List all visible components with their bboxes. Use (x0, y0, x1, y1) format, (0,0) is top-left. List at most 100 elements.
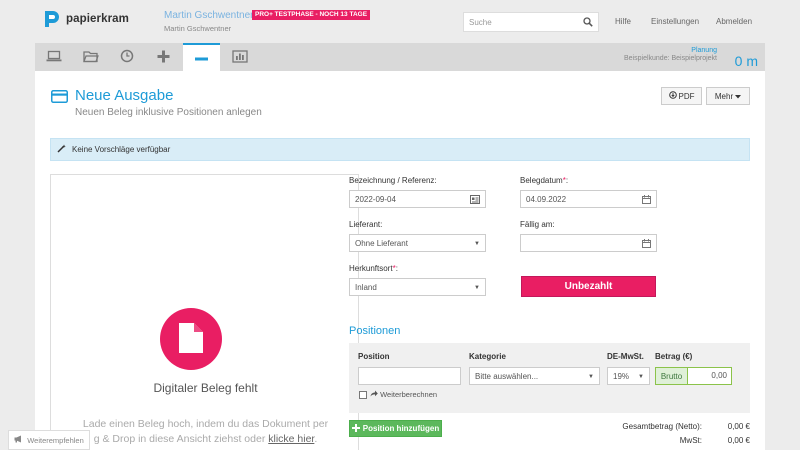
recalculate-checkbox[interactable] (359, 391, 367, 399)
col-category-header: Kategorie (469, 352, 506, 361)
net-total-label: Gesamtbetrag (Netto): (622, 422, 702, 431)
tab-reports[interactable] (221, 43, 258, 71)
recalculate-text: Weiterberechnen (380, 390, 438, 399)
upload-link[interactable]: klicke hier (268, 433, 314, 445)
date-value: 04.09.2022 (526, 194, 567, 204)
category-select[interactable]: Bitte auswählen... ▼ (469, 367, 600, 385)
add-position-label: Position hinzufügen (362, 424, 440, 433)
logout-link[interactable]: Abmelden (716, 17, 752, 26)
position-input[interactable] (358, 367, 461, 385)
reference-field[interactable]: 2022-09-04 (349, 190, 486, 208)
reference-label: Bezeichnung / Referenz: (349, 176, 437, 185)
supplier-select[interactable]: Ohne Lieferant ▼ (349, 234, 486, 252)
more-button-label: Mehr (714, 91, 734, 101)
trial-badge[interactable]: PRO+ TESTPHASE - NOCH 13 TAGE (252, 10, 371, 20)
id-card-icon (470, 195, 480, 206)
due-date-field[interactable] (520, 234, 657, 252)
search-box (463, 12, 599, 32)
dropzone-hint-line1: Lade einen Beleg hoch, indem du das Doku… (82, 418, 329, 430)
settings-link[interactable]: Einstellungen (651, 17, 699, 26)
document-icon (178, 322, 204, 356)
page-title: Neue Ausgabe (75, 87, 174, 104)
dropzone-hint-end: . (314, 433, 318, 445)
vat-total-value: 0,00 € (727, 436, 750, 445)
plus-icon (351, 423, 360, 434)
calendar-icon[interactable] (642, 239, 651, 250)
tab-time-tracking[interactable] (108, 43, 145, 71)
main-nav: Planung Beispielkunde: Beispielprojekt 0… (35, 43, 765, 71)
search-input[interactable] (464, 13, 574, 31)
amount-mode-toggle[interactable]: Brutto (656, 368, 688, 384)
more-dropdown-button[interactable]: Mehr (706, 87, 750, 105)
date-label-text: Belegdatum (520, 176, 563, 185)
search-icon[interactable] (583, 17, 593, 29)
origin-label-text: Herkunftsort (349, 264, 393, 273)
pdf-button-label: PDF (678, 91, 695, 101)
caret-down-icon: ▼ (588, 374, 594, 380)
category-value: Bitte auswählen... (475, 371, 539, 381)
user-block[interactable]: Martin Gschwentner Martin Gschwentner (164, 10, 253, 33)
col-amount-header: Betrag (€) (655, 352, 693, 361)
help-link[interactable]: Hilfe (615, 17, 631, 26)
positions-table: Position Kategorie DE-MwSt. Betrag (€) B… (349, 343, 750, 413)
minus-icon (195, 53, 208, 63)
planning-widget[interactable]: Planung Beispielkunde: Beispielprojekt 0… (624, 47, 758, 69)
document-dropzone[interactable]: Digitaler Beleg fehlt Lade einen Beleg h… (50, 174, 359, 450)
caret-down-icon (735, 92, 742, 101)
planning-project: Beispielkunde: Beispielprojekt (624, 55, 717, 62)
recommend-label: Weiterempfehlen (27, 435, 84, 445)
magic-wand-icon (57, 144, 66, 155)
chart-icon (231, 49, 248, 65)
planning-value: 0 m (734, 53, 758, 69)
recommend-widget[interactable]: Weiterempfehlen (8, 430, 90, 450)
origin-label-colon: : (395, 264, 398, 273)
page-subtitle: Neuen Beleg inklusive Positionen anlegen (75, 107, 262, 118)
origin-select[interactable]: Inland ▼ (349, 278, 486, 296)
amount-value[interactable]: 0,00 (688, 368, 731, 384)
date-label-colon: : (565, 176, 569, 185)
caret-down-icon: ▼ (474, 241, 480, 247)
tab-income[interactable] (145, 43, 182, 71)
laptop-icon (46, 50, 62, 64)
alert-text: Keine Vorschläge verfügbar (72, 145, 171, 154)
supplier-value: Ohne Lieferant (355, 238, 408, 248)
top-header: papierkram Martin Gschwentner Martin Gsc… (0, 0, 800, 43)
megaphone-icon (14, 435, 23, 445)
supplier-label: Lieferant: (349, 220, 383, 229)
pdf-button[interactable]: PDF (661, 87, 702, 105)
tab-documents[interactable] (72, 43, 109, 71)
amount-input-group[interactable]: Brutto 0,00 (655, 367, 732, 385)
missing-document-badge (160, 308, 222, 370)
share-arrow-icon (370, 390, 380, 399)
reference-value: 2022-09-04 (355, 194, 396, 204)
tab-dashboard[interactable] (35, 43, 72, 71)
col-vat-header: DE-MwSt. (607, 352, 644, 361)
vat-select[interactable]: 19% ▼ (607, 367, 650, 385)
suggestions-alert: Keine Vorschläge verfügbar (50, 138, 750, 161)
recalculate-label[interactable]: Weiterberechnen (370, 390, 437, 399)
caret-down-icon: ▼ (474, 285, 480, 291)
credit-card-icon (51, 90, 68, 105)
dropzone-hint: Lade einen Beleg hoch, indem du das Doku… (63, 417, 348, 447)
date-field[interactable]: 04.09.2022 (520, 190, 657, 208)
planning-label: Planung (691, 47, 717, 54)
due-date-label: Fällig am: (520, 220, 555, 229)
app-logo[interactable]: papierkram (42, 9, 129, 29)
plus-icon (157, 50, 170, 65)
col-position-header: Position (358, 352, 390, 361)
payment-status-button[interactable]: Unbezahlt (521, 276, 656, 297)
clock-icon (120, 49, 134, 65)
vat-value: 19% (613, 371, 630, 381)
calendar-icon[interactable] (642, 195, 651, 206)
logo-mark-icon (42, 9, 60, 29)
main-content: Neue Ausgabe Neuen Beleg inklusive Posit… (35, 71, 765, 450)
user-company: Martin Gschwentner (164, 24, 232, 33)
origin-label: Herkunftsort*: (349, 264, 398, 273)
tab-expenses[interactable] (183, 43, 220, 71)
add-position-button[interactable]: Position hinzufügen (349, 420, 442, 437)
net-total-value: 0,00 € (727, 422, 750, 431)
vat-total-label: MwSt: (679, 436, 702, 445)
user-name[interactable]: Martin Gschwentner (164, 10, 253, 21)
positions-section-title: Positionen (349, 325, 401, 337)
date-label: Belegdatum*: (520, 176, 568, 185)
